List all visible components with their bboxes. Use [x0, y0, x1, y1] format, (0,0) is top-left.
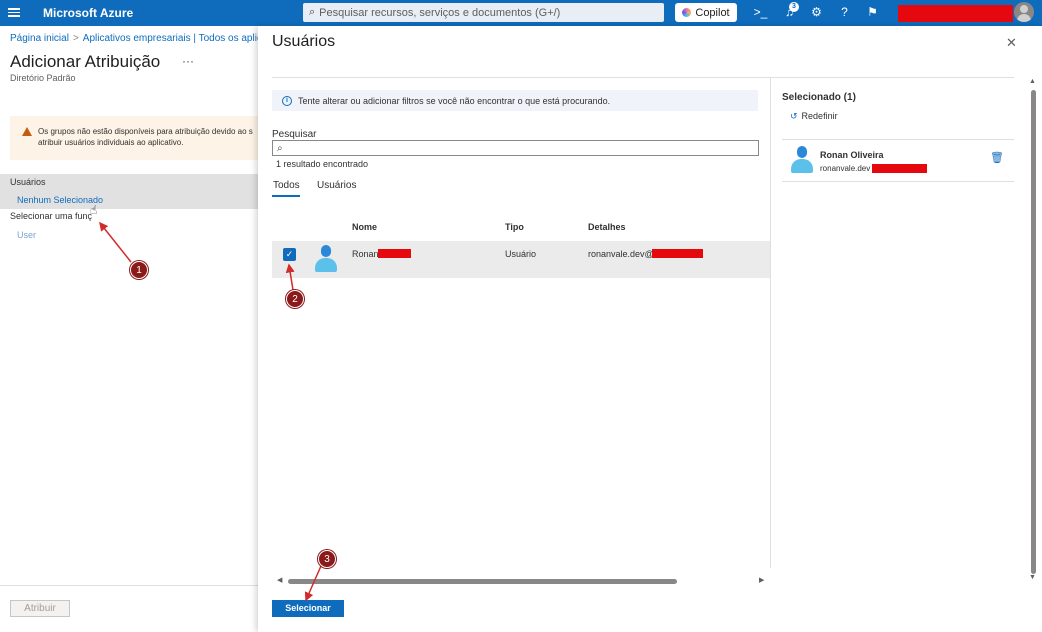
row-name: Ronan: [352, 249, 379, 259]
feedback-icon[interactable]: ⚑: [865, 5, 880, 20]
info-banner: i Tente alterar ou adicionar filtros se …: [272, 90, 758, 111]
page-subtitle: Diretório Padrão: [10, 73, 76, 83]
info-icon: i: [282, 95, 292, 106]
divider: [782, 181, 1014, 182]
tab-usuarios[interactable]: Usuários: [317, 180, 356, 191]
warning-line-2: atribuir usuários individuais ao aplicat…: [38, 138, 184, 147]
users-panel: [258, 26, 1042, 632]
search-placeholder: Pesquisar recursos, serviços e documento…: [319, 6, 561, 19]
row-type: Usuário: [505, 249, 537, 259]
users-label: Usuários: [10, 177, 46, 187]
user-avatar-icon: [790, 146, 814, 174]
row-checkbox[interactable]: ✓: [283, 248, 296, 261]
scroll-up-icon[interactable]: ▲: [1029, 78, 1036, 85]
search-icon: ⌕: [309, 6, 316, 18]
column-header-name[interactable]: Nome: [352, 222, 377, 232]
divider: [0, 585, 258, 586]
result-count: 1 resultado encontrado: [276, 159, 369, 169]
reset-label: Redefinir: [801, 111, 838, 121]
help-icon[interactable]: ?: [837, 5, 852, 20]
scroll-left-icon[interactable]: ◀: [277, 576, 282, 584]
role-value-link[interactable]: User: [17, 230, 36, 240]
search-icon: ⌕: [277, 142, 283, 154]
breadcrumb-enterprise-apps[interactable]: Aplicativos empresariais | Todos os apli…: [83, 33, 278, 44]
redacted-account-name: [898, 5, 1013, 22]
gear-icon[interactable]: ⚙: [809, 5, 824, 20]
assign-button[interactable]: Atribuir: [10, 600, 70, 617]
redacted-text: [378, 249, 411, 258]
warning-line-1: Os grupos não estão disponíveis para atr…: [38, 127, 253, 136]
notification-badge: 3: [789, 2, 799, 12]
page-title: Adicionar Atribuição: [10, 52, 161, 71]
divider: [782, 139, 1014, 140]
avatar[interactable]: [1014, 2, 1034, 22]
brand-title[interactable]: Microsoft Azure: [43, 6, 133, 20]
user-search-input[interactable]: ⌕: [272, 140, 759, 156]
close-icon[interactable]: ✕: [1006, 35, 1017, 51]
copilot-button[interactable]: Copilot: [675, 3, 737, 22]
chevron-right-icon: >: [72, 33, 79, 44]
active-tab-indicator: [272, 195, 300, 197]
scroll-down-icon[interactable]: ▼: [1029, 574, 1036, 581]
breadcrumb: Página inicial > Aplicativos empresariais …: [10, 33, 278, 44]
info-text: Tente alterar ou adicionar filtros se vo…: [298, 95, 611, 106]
redacted-text: [872, 164, 927, 173]
warning-icon: [22, 127, 32, 136]
undo-icon: ↺: [790, 111, 798, 121]
annotation-marker-2: 2: [286, 290, 304, 308]
annotation-marker-3: 3: [318, 550, 336, 568]
reset-button[interactable]: ↺ Redefinir: [790, 111, 838, 122]
vertical-scrollbar[interactable]: ▲ ▼: [1029, 78, 1038, 584]
column-header-details[interactable]: Detalhes: [588, 222, 626, 232]
column-header-type[interactable]: Tipo: [505, 222, 524, 232]
menu-icon[interactable]: [8, 6, 20, 18]
divider: [272, 77, 1014, 78]
table-row[interactable]: [272, 241, 770, 278]
terminal-icon[interactable]: >_: [753, 5, 768, 20]
top-navigation-bar: Microsoft Azure ⌕ Pesquisar recursos, se…: [0, 0, 1042, 26]
search-label: Pesquisar: [272, 129, 317, 140]
tab-todos[interactable]: Todos: [273, 180, 300, 191]
global-search-input[interactable]: ⌕ Pesquisar recursos, serviços e documen…: [303, 3, 664, 22]
annotation-marker-1: 1: [130, 261, 148, 279]
redacted-text: [652, 249, 703, 258]
divider: [770, 78, 771, 568]
horizontal-scrollbar-thumb[interactable]: [288, 579, 677, 584]
user-avatar-icon: [314, 245, 338, 273]
selected-user-email: ronanvale.dev: [820, 164, 871, 173]
more-options-icon[interactable]: ···: [182, 54, 194, 68]
hand-cursor-icon: ☝: [90, 203, 98, 217]
panel-title: Usuários: [272, 33, 336, 50]
role-label: Selecionar uma funç: [10, 211, 93, 221]
scroll-right-icon[interactable]: ▶: [759, 576, 764, 584]
selected-title: Selecionado (1): [782, 92, 856, 103]
select-button[interactable]: Selecionar: [272, 600, 344, 617]
scrollbar-thumb[interactable]: [1031, 90, 1036, 574]
row-details: ronanvale.dev@: [588, 249, 654, 259]
warning-banner: Os grupos não estão disponíveis para atr…: [10, 116, 258, 160]
breadcrumb-home[interactable]: Página inicial: [10, 33, 69, 44]
selected-user-name: Ronan Oliveira: [820, 150, 884, 160]
trash-icon[interactable]: 🗑: [990, 151, 1004, 164]
copilot-label: Copilot: [695, 6, 730, 19]
warning-text: Os grupos não estão disponíveis para atr…: [38, 126, 258, 160]
copilot-icon: [682, 8, 692, 17]
